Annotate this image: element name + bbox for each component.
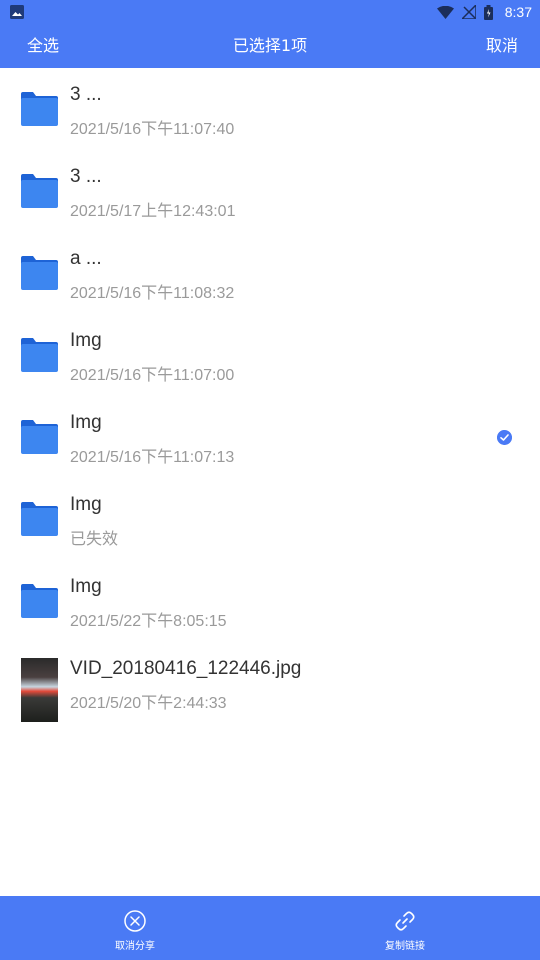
folder-icon: [21, 338, 58, 372]
status-bar: 8:37: [0, 0, 540, 24]
copy-link-label: 复制链接: [385, 941, 425, 952]
file-date: 2021/5/16下午11:07:00: [70, 367, 235, 384]
folder-icon: [21, 502, 58, 536]
file-name: Img: [70, 330, 102, 351]
file-name: 3 ...: [70, 166, 102, 187]
file-date: 2021/5/17上午12:43:01: [70, 203, 236, 220]
file-date: 2021/5/16下午11:07:13: [70, 449, 235, 466]
wifi-icon: [436, 5, 454, 19]
folder-icon: [21, 584, 58, 618]
list-item[interactable]: 3 ... 2021/5/17上午12:43:01: [0, 150, 540, 232]
signal-icon: [461, 5, 476, 19]
list-item[interactable]: Img 2021/5/16下午11:07:13: [0, 396, 540, 478]
status-time: 8:37: [504, 4, 532, 20]
image-icon: [10, 5, 24, 19]
list-item[interactable]: Img 已失效: [0, 478, 540, 560]
image-thumbnail: [21, 658, 58, 722]
list-item[interactable]: Img 2021/5/22下午8:05:15: [0, 560, 540, 642]
file-name: 3 ...: [70, 84, 102, 105]
check-icon[interactable]: [497, 430, 512, 445]
file-name: Img: [70, 576, 102, 597]
list-item[interactable]: VID_20180416_122446.jpg 2021/5/20下午2:44:…: [0, 642, 540, 724]
file-status: 已失效: [70, 531, 119, 548]
file-name: Img: [70, 494, 102, 515]
file-date: 2021/5/22下午8:05:15: [70, 613, 227, 630]
close-circle-icon: [124, 910, 146, 932]
file-name: a ...: [70, 248, 102, 269]
list-item[interactable]: Img 2021/5/16下午11:07:00: [0, 314, 540, 396]
link-icon: [395, 911, 415, 931]
cancel-button[interactable]: 取消: [486, 24, 518, 68]
copy-link-button[interactable]: 复制链接: [345, 896, 465, 960]
file-date: 2021/5/16下午11:08:32: [70, 285, 235, 302]
page-title: 已选择1项: [232, 36, 308, 55]
folder-icon: [21, 256, 58, 290]
app-bar: 全选 已选择1项 取消: [0, 24, 540, 68]
folder-icon: [21, 174, 58, 208]
unshare-label: 取消分享: [115, 941, 155, 952]
folder-icon: [21, 92, 58, 126]
bottom-action-bar: 取消分享 复制链接: [0, 896, 540, 960]
file-name: VID_20180416_122446.jpg: [70, 658, 302, 679]
list-item[interactable]: a ... 2021/5/16下午11:08:32: [0, 232, 540, 314]
list-item[interactable]: 3 ... 2021/5/16下午11:07:40: [0, 68, 540, 150]
file-name: Img: [70, 412, 102, 433]
file-list: 3 ... 2021/5/16下午11:07:40 3 ... 2021/5/1…: [0, 68, 540, 724]
unshare-button[interactable]: 取消分享: [75, 896, 195, 960]
file-date: 2021/5/16下午11:07:40: [70, 121, 235, 138]
battery-icon: [483, 4, 493, 20]
file-date: 2021/5/20下午2:44:33: [70, 695, 227, 712]
folder-icon: [21, 420, 58, 454]
